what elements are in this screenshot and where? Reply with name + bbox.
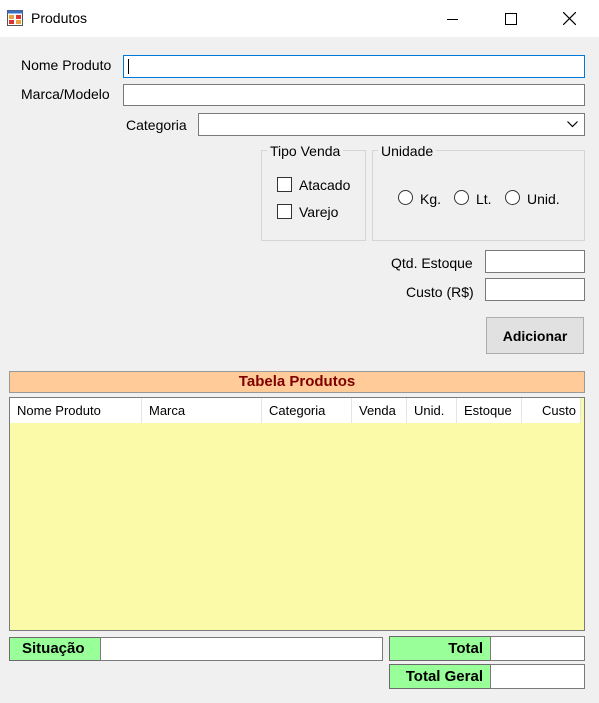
atacado-label[interactable]: Atacado [299,177,350,193]
tipo-venda-group [261,150,366,241]
column-header-venda[interactable]: Venda [352,398,407,423]
total-geral-label: Total Geral [389,664,491,689]
varejo-label[interactable]: Varejo [299,204,338,220]
column-header-marca[interactable]: Marca [142,398,262,423]
unid-radio[interactable] [505,190,520,205]
chevron-down-icon [567,121,578,128]
column-header-estoque[interactable]: Estoque [457,398,522,423]
categoria-label: Categoria [126,117,187,133]
column-header-categoria[interactable]: Categoria [262,398,352,423]
custo-input[interactable] [485,278,585,301]
custo-label: Custo (R$) [406,284,474,300]
column-header-unid[interactable]: Unid. [407,398,457,423]
total-field [490,636,585,661]
unidade-title: Unidade [378,143,437,159]
app-form-icon [7,10,23,26]
close-button[interactable] [539,0,599,37]
column-header-custo[interactable]: Custo [522,398,581,423]
tipo-venda-title: Tipo Venda [267,143,344,159]
varejo-checkbox[interactable] [277,204,292,219]
situacao-label: Situação [9,637,101,661]
qtd-estoque-label: Qtd. Estoque [391,255,473,271]
nome-produto-input[interactable] [123,55,585,78]
text-caret [128,59,129,74]
minimize-icon [447,18,458,20]
lt-label[interactable]: Lt. [476,191,492,207]
close-icon [562,12,576,25]
table-title: Tabela Produtos [9,371,585,393]
lt-radio[interactable] [454,190,469,205]
marca-modelo-input[interactable] [123,84,585,106]
grid-header: Nome Produto Marca Categoria Venda Unid.… [10,398,581,423]
nome-produto-label: Nome Produto [21,57,112,73]
total-label: Total [389,636,491,661]
unid-label[interactable]: Unid. [527,191,560,207]
maximize-icon [505,12,517,25]
produtos-grid[interactable]: Nome Produto Marca Categoria Venda Unid.… [9,397,585,631]
window-title: Produtos [31,10,88,26]
adicionar-button[interactable]: Adicionar [486,317,584,354]
atacado-checkbox[interactable] [277,177,292,192]
qtd-estoque-input[interactable] [485,250,585,273]
marca-modelo-label: Marca/Modelo [21,86,110,102]
situacao-field [100,637,383,661]
maximize-button[interactable] [481,0,541,37]
total-geral-field [490,664,585,689]
kg-radio[interactable] [398,190,413,205]
minimize-button[interactable] [423,0,483,37]
kg-label[interactable]: Kg. [420,191,441,207]
categoria-select[interactable] [198,113,585,136]
column-header-nome-produto[interactable]: Nome Produto [10,398,142,423]
